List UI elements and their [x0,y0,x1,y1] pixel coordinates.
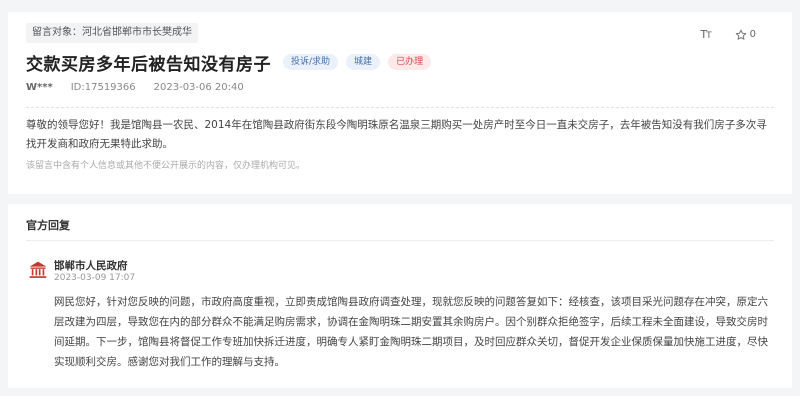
star-outline-icon [735,29,746,40]
message-id: ID:17519366 [70,82,136,93]
divider [26,107,774,108]
recipient-tag: 留言对象：河北省邯郸市市长樊成华 [26,23,198,43]
title-row: 交款买房多年后被告知没有房子 投诉/求助 城建 已办理 [26,50,432,75]
reply-body: 网民您好，针对您反映的问题，市政府高度重视，立即责成馆陶县政府调查处理，现就您反… [54,296,768,368]
reply-card: 官方回复 邯郸市人民政府 2023-03-09 17:07 网民您好，针对您反映… [8,204,792,388]
privacy-disclaimer: 该留言中含有个人信息或其他不便公开展示的内容，仅办理机构可见。 [26,161,306,171]
reply-heading: 官方回复 [26,219,70,232]
reply-org-name: 邯郸市人民政府 [54,260,128,272]
font-size-icon[interactable]: TT [700,28,711,41]
divider [26,240,774,241]
author-name: W*** [26,82,53,93]
message-datetime: 2023-03-06 20:40 [153,82,244,93]
page-title: 交款买房多年后被告知没有房子 [26,54,271,75]
government-building-icon [29,261,47,278]
star-count: 0 [749,29,756,40]
type-badge: 投诉/求助 [283,54,339,70]
message-toolbar: TT 0 [700,28,756,41]
domain-badge: 城建 [346,54,381,70]
status-badge: 已办理 [388,54,432,70]
meta-row: W*** ID:17519366 2023-03-06 20:40 [26,82,244,93]
favorite-button[interactable]: 0 [735,29,756,41]
message-card: 留言对象：河北省邯郸市市长樊成华 TT 0 交款买房多年后被告知没有房子 投诉/… [8,12,792,194]
message-body: 尊敬的领导您好！我是馆陶县一农民、2014年在馆陶县政府街东段今陶明珠原名温泉三… [26,119,767,150]
reply-time: 2023-03-09 17:07 [54,273,136,283]
